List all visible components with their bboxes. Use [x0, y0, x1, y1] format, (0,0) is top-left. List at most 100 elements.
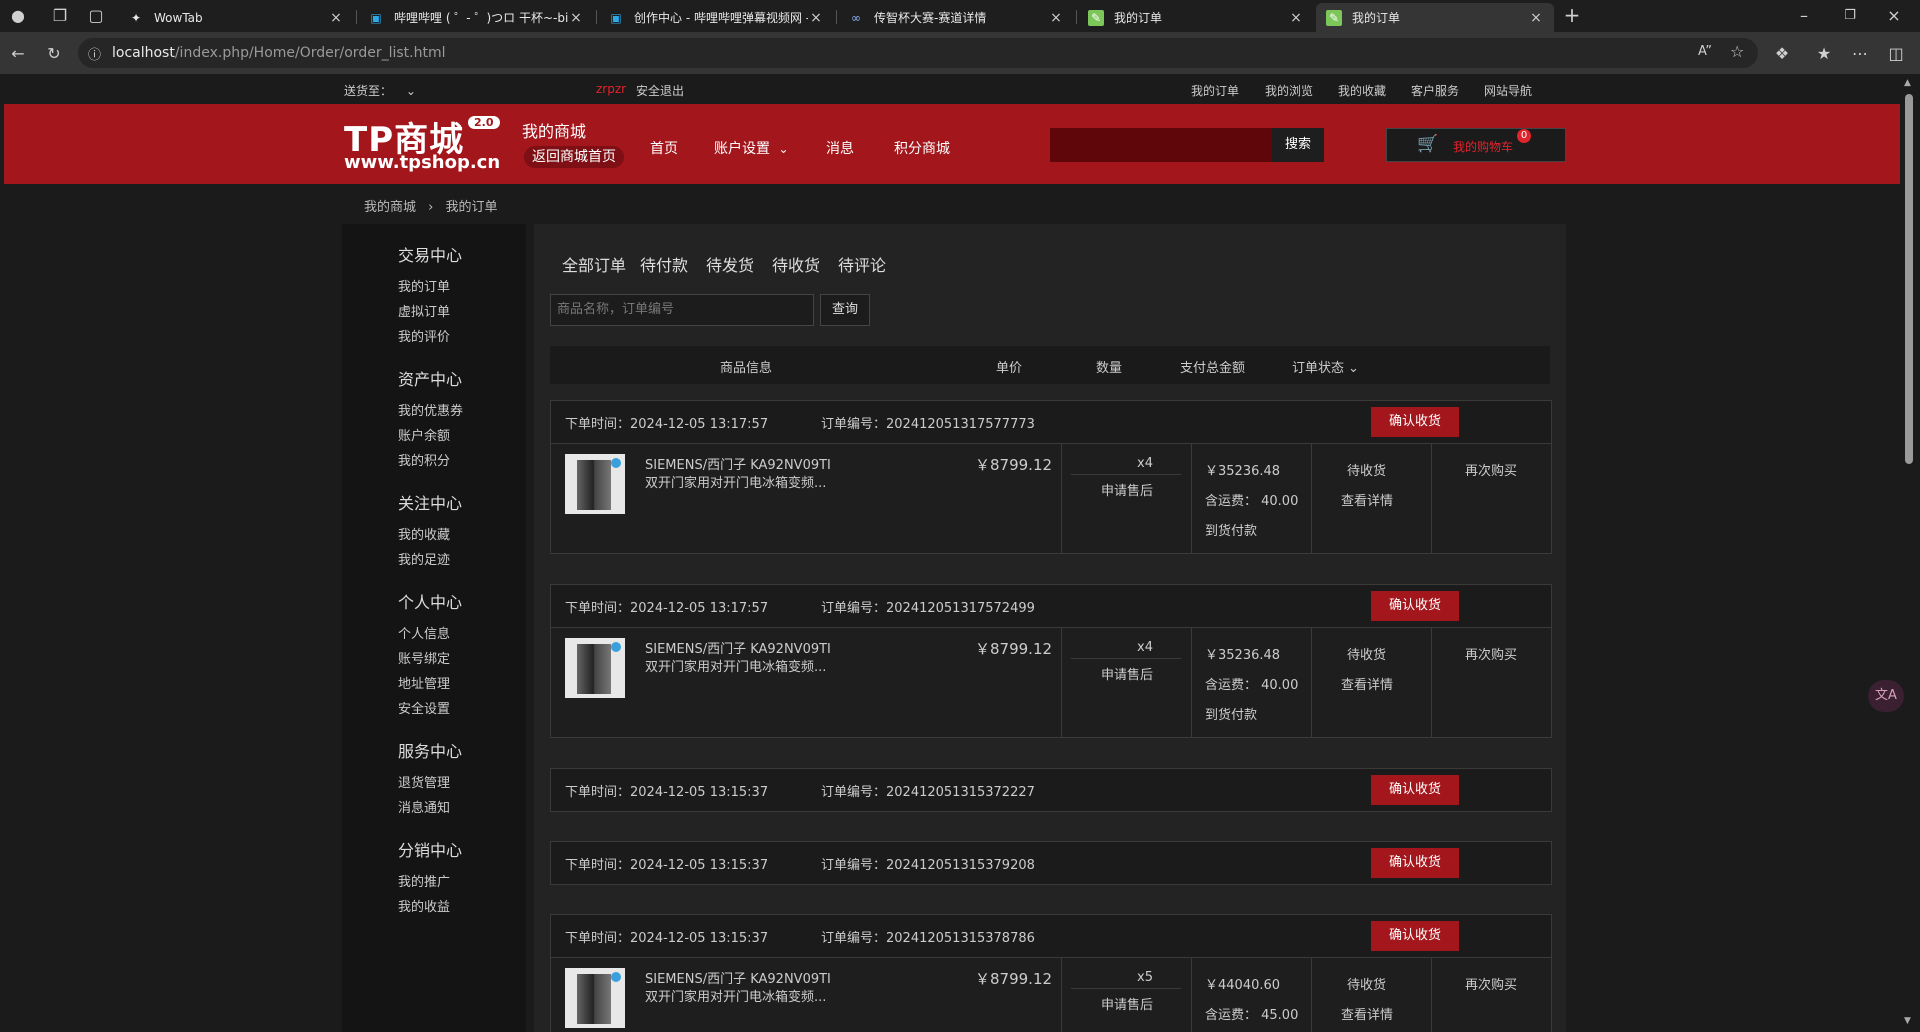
ship-to-label[interactable]: 送货至： ⌄ [344, 82, 416, 99]
toplink-history[interactable]: 我的浏览 [1265, 82, 1313, 99]
toplink-sitenav[interactable]: 网站导航 [1484, 82, 1532, 99]
sidebar-item-my-orders[interactable]: 我的订单 [398, 276, 450, 295]
profile-icon[interactable]: ● [8, 5, 28, 25]
tab-pending-shipment[interactable]: 待发货 [706, 252, 754, 276]
restore-icon[interactable]: ❐ [1840, 5, 1860, 25]
sidebar-item-address[interactable]: 地址管理 [398, 673, 450, 692]
scroll-up-icon[interactable]: ▲ [1904, 78, 1911, 88]
sidebar-item-footprints[interactable]: 我的足迹 [398, 549, 450, 568]
window-close-icon[interactable]: × [1884, 5, 1904, 25]
refresh-icon[interactable]: ↻ [44, 43, 64, 63]
sidebar-item-favorites[interactable]: 我的收藏 [398, 524, 450, 543]
scrollbar-thumb[interactable] [1905, 94, 1913, 464]
close-icon[interactable]: × [328, 10, 344, 26]
order-search-input[interactable]: 商品名称，订单编号 [550, 294, 814, 326]
sidebar-item-my-reviews[interactable]: 我的评价 [398, 326, 450, 345]
tab-all-orders[interactable]: 全部订单 [562, 252, 626, 276]
sidebar-item-returns[interactable]: 退货管理 [398, 772, 450, 791]
browser-tab-orders[interactable]: ✎ 我的订单 × [1078, 3, 1314, 32]
toplink-service[interactable]: 客户服务 [1411, 82, 1459, 99]
view-detail-link[interactable]: 查看详情 [1341, 674, 1393, 693]
favorites-icon[interactable]: ★ [1814, 43, 1834, 63]
page-scrollbar[interactable]: ▲ ▼ [1900, 74, 1920, 1032]
confirm-receipt-button[interactable]: 确认收货 [1371, 407, 1459, 437]
favorite-star-icon[interactable]: ☆ [1730, 42, 1744, 61]
header-search-input[interactable] [1050, 128, 1274, 162]
browser-tab-wowtab[interactable]: ✦ WowTab × [118, 3, 354, 32]
confirm-receipt-button[interactable]: 确认收货 [1371, 591, 1459, 621]
close-icon[interactable]: × [1048, 10, 1064, 26]
more-icon[interactable]: ⋯ [1850, 43, 1870, 63]
product-desc[interactable]: 双开门家用对开门电冰箱变频... [645, 656, 826, 675]
sidebar-toggle-icon[interactable]: ◫ [1886, 43, 1906, 63]
close-icon[interactable]: × [568, 10, 584, 26]
info-icon[interactable]: ⓘ [88, 44, 101, 63]
confirm-receipt-button[interactable]: 确认收货 [1371, 848, 1459, 878]
header-search-button[interactable]: 搜索 [1272, 128, 1324, 162]
browser-tab-contest[interactable]: ∞ 传智杯大赛-赛道详情 × [838, 3, 1074, 32]
breadcrumb-home[interactable]: 我的商城 [364, 200, 416, 215]
toplink-orders[interactable]: 我的订单 [1191, 82, 1239, 99]
toplink-favorites[interactable]: 我的收藏 [1338, 82, 1386, 99]
back-icon[interactable]: ← [8, 43, 28, 63]
sidebar-item-promotion[interactable]: 我的推广 [398, 871, 450, 890]
sidebar-item-notifications[interactable]: 消息通知 [398, 797, 450, 816]
sidebar-item-coupons[interactable]: 我的优惠券 [398, 400, 463, 419]
view-detail-link[interactable]: 查看详情 [1341, 490, 1393, 509]
close-icon[interactable]: × [1288, 10, 1304, 26]
minimize-icon[interactable]: – [1794, 5, 1814, 25]
col-status[interactable]: 订单状态 ⌄ [1292, 357, 1359, 376]
tab-pending-payment[interactable]: 待付款 [640, 252, 688, 276]
confirm-receipt-button[interactable]: 确认收货 [1371, 775, 1459, 805]
nav-account-settings[interactable]: 账户设置 ⌄ [714, 138, 789, 158]
sidebar-item-account-binding[interactable]: 账号绑定 [398, 648, 450, 667]
rebuy-link[interactable]: 再次购买 [1465, 974, 1517, 993]
address-bar[interactable]: ⓘ localhost/index.php/Home/Order/order_l… [78, 38, 1758, 68]
rebuy-link[interactable]: 再次购买 [1465, 460, 1517, 479]
tab-pending-receipt[interactable]: 待收货 [772, 252, 820, 276]
browser-tab-bilibili-creator[interactable]: ▣ 创作中心 - 哔哩哔哩弹幕视频网 - × [598, 3, 834, 32]
order-header: 下单时间：2024-12-05 13:17:57 订单编号：2024120513… [551, 401, 1551, 443]
browser-tab-bilibili[interactable]: ▣ 哔哩哔哩 ( ゜- ゜)つロ 干杯~-bilibili × [358, 3, 594, 32]
after-sale-link[interactable]: 申请售后 [1101, 664, 1153, 683]
product-name[interactable]: SIEMENS/西门子 KA92NV09TI [645, 638, 831, 657]
confirm-receipt-button[interactable]: 确认收货 [1371, 921, 1459, 951]
sidebar-item-virtual-orders[interactable]: 虚拟订单 [398, 301, 450, 320]
workspaces-icon[interactable]: ❐ [50, 5, 70, 25]
product-thumbnail[interactable] [565, 454, 625, 514]
back-home-button[interactable]: 返回商城首页 [524, 146, 624, 168]
username-link[interactable]: zrpzr [596, 82, 626, 96]
nav-home[interactable]: 首页 [650, 138, 678, 158]
product-thumbnail[interactable] [565, 968, 625, 1028]
translate-float-button[interactable]: 文A [1868, 680, 1904, 712]
read-aloud-icon[interactable]: A” [1698, 44, 1712, 59]
new-tab-icon[interactable]: + [1562, 3, 1582, 27]
product-desc[interactable]: 双开门家用对开门电冰箱变频... [645, 986, 826, 1005]
nav-messages[interactable]: 消息 [826, 138, 854, 158]
cart-button[interactable]: 🛒 我的购物车 0 [1386, 128, 1566, 162]
product-name[interactable]: SIEMENS/西门子 KA92NV09TI [645, 454, 831, 473]
nav-points-mall[interactable]: 积分商城 [894, 138, 950, 158]
logout-link[interactable]: 安全退出 [636, 82, 684, 99]
tab-actions-icon[interactable]: ▢ [86, 5, 106, 25]
sidebar-item-security[interactable]: 安全设置 [398, 698, 450, 717]
sidebar-item-earnings[interactable]: 我的收益 [398, 896, 450, 915]
tab-pending-review[interactable]: 待评论 [838, 252, 886, 276]
sidebar-item-points[interactable]: 我的积分 [398, 450, 450, 469]
product-name[interactable]: SIEMENS/西门子 KA92NV09TI [645, 968, 831, 987]
browser-tab-orders-active[interactable]: ✎ 我的订单 × [1316, 3, 1554, 32]
scroll-down-icon[interactable]: ▼ [1904, 1016, 1911, 1026]
after-sale-link[interactable]: 申请售后 [1101, 480, 1153, 499]
close-icon[interactable]: × [808, 10, 824, 26]
view-detail-link[interactable]: 查看详情 [1341, 1004, 1393, 1023]
rebuy-link[interactable]: 再次购买 [1465, 644, 1517, 663]
extensions-icon[interactable]: ❖ [1772, 43, 1792, 63]
order-search-button[interactable]: 查询 [820, 294, 870, 326]
product-desc[interactable]: 双开门家用对开门电冰箱变频... [645, 472, 826, 491]
sidebar-item-profile[interactable]: 个人信息 [398, 623, 450, 642]
product-thumbnail[interactable] [565, 638, 625, 698]
sidebar-item-balance[interactable]: 账户余额 [398, 425, 450, 444]
after-sale-link[interactable]: 申请售后 [1101, 994, 1153, 1013]
quantity: x4 [1137, 640, 1153, 655]
close-icon[interactable]: × [1528, 10, 1544, 26]
